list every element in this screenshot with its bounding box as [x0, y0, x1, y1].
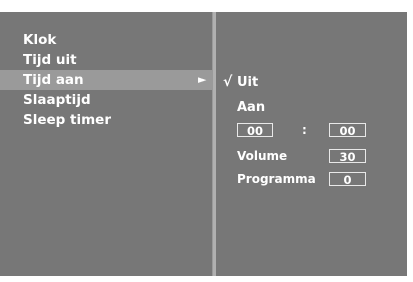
- menu-item-label: Sleep timer: [23, 112, 111, 128]
- main-menu-panel: Klok Tijd uit Tijd aan ► Slaaptijd Sleep…: [0, 12, 213, 276]
- tv-osd-screen: Klok Tijd uit Tijd aan ► Slaaptijd Sleep…: [0, 0, 413, 282]
- menu-item-label: Tijd uit: [23, 52, 77, 68]
- menu-item-tijd-uit[interactable]: Tijd uit: [0, 50, 212, 70]
- programma-field[interactable]: 0: [329, 172, 366, 187]
- volume-field[interactable]: 30: [329, 149, 366, 164]
- option-uit[interactable]: Uit: [237, 74, 258, 92]
- menu-item-sleep-timer[interactable]: Sleep timer: [0, 110, 212, 130]
- menu-item-label: Tijd aan: [23, 72, 84, 88]
- volume-label: Volume: [237, 149, 288, 163]
- time-separator: :: [302, 123, 307, 137]
- submenu-arrow-icon: ►: [198, 73, 207, 86]
- menu-item-tijd-aan[interactable]: Tijd aan ►: [0, 70, 212, 90]
- hour-field[interactable]: 00: [237, 123, 273, 138]
- option-aan[interactable]: Aan: [237, 99, 265, 117]
- menu-item-slaaptijd[interactable]: Slaaptijd: [0, 90, 212, 110]
- checkmark-icon: √: [223, 74, 233, 90]
- menu-item-label: Klok: [23, 32, 57, 48]
- submenu-panel: √ Uit Aan 00 : 00 Volume 30 Programma 0: [216, 12, 407, 276]
- minute-field[interactable]: 00: [329, 123, 366, 138]
- menu-item-klok[interactable]: Klok: [0, 30, 212, 50]
- menu-item-label: Slaaptijd: [23, 92, 91, 108]
- programma-label: Programma: [237, 172, 316, 186]
